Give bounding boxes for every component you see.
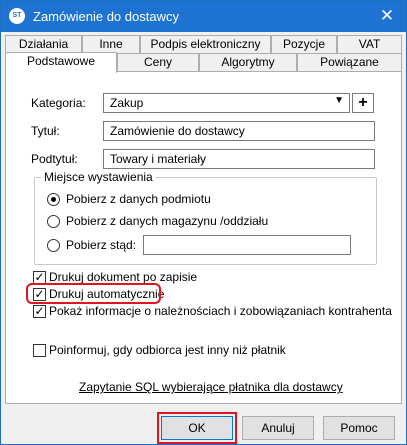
help-button[interactable]: Pomoc: [323, 416, 395, 440]
close-button[interactable]: ✕: [374, 4, 400, 28]
sql-payer-link[interactable]: Zapytanie SQL wybierające płatnika dla d…: [79, 380, 343, 394]
tab-inne[interactable]: Inne: [82, 35, 140, 53]
checkbox-label-pokaz-naleznosci[interactable]: Pokaż informacje o należnościach i zobow…: [49, 304, 392, 318]
miejsce-wystawienia-group: Miejsce wystawienia Pobierz z danych pod…: [34, 170, 377, 265]
tab-vat[interactable]: VAT: [337, 35, 402, 53]
tab-podpis-elektroniczny[interactable]: Podpis elektroniczny: [140, 35, 271, 53]
radio-label-magazynu[interactable]: Pobierz z danych magazynu /oddziału: [66, 214, 268, 228]
cancel-button[interactable]: Anuluj: [242, 416, 314, 440]
ok-button[interactable]: OK: [161, 416, 233, 440]
kategoria-select[interactable]: Zakup ▼: [103, 93, 350, 113]
checkbox-label-drukuj-po-zapisie[interactable]: Drukuj dokument po zapisie: [49, 270, 197, 284]
add-category-button[interactable]: +: [352, 93, 374, 113]
tytul-label: Tytuł:: [31, 124, 60, 138]
title-bar[interactable]: ST Zamówienie do dostawcy ✕: [1, 1, 406, 32]
app-icon: ST: [9, 8, 25, 24]
dialog-window: ST Zamówienie do dostawcy ✕ Działania In…: [0, 0, 407, 445]
chevron-down-icon: ▼: [334, 95, 344, 106]
checkbox-label-poinformuj-odbiorca[interactable]: Poinformuj, gdy odbiorca jest inny niż p…: [49, 343, 286, 357]
tab-panel-podstawowe: Kategoria: Zakup ▼ + Tytuł: Zamówienie d…: [5, 71, 402, 404]
checkbox-pokaz-naleznosci[interactable]: ✓: [33, 305, 46, 318]
radio-pobierz-z-podmiotu[interactable]: [47, 193, 60, 206]
pobierz-stad-input[interactable]: [143, 235, 351, 255]
group-title: Miejsce wystawienia: [41, 170, 156, 184]
checkbox-poinformuj-odbiorca[interactable]: [33, 344, 46, 357]
checkbox-label-drukuj-automatycznie[interactable]: Drukuj automatycznie: [49, 287, 164, 301]
tytul-input[interactable]: Zamówienie do dostawcy: [103, 121, 375, 141]
tab-algorytmy[interactable]: Algorytmy: [199, 53, 297, 71]
radio-pobierz-z-magazynu[interactable]: [47, 215, 60, 228]
kategoria-value: Zakup: [110, 96, 144, 110]
checkbox-drukuj-po-zapisie[interactable]: ✓: [33, 271, 46, 284]
podtytul-label: Podtytuł:: [31, 152, 78, 166]
checkbox-drukuj-automatycznie[interactable]: ✓: [33, 288, 46, 301]
kategoria-label: Kategoria:: [31, 96, 86, 110]
tab-ceny[interactable]: Ceny: [117, 53, 199, 71]
tab-dzialania[interactable]: Działania: [5, 35, 82, 53]
podtytul-input[interactable]: Towary i materiały: [103, 149, 375, 169]
radio-pobierz-stad[interactable]: [47, 239, 60, 252]
radio-label-stad[interactable]: Pobierz stąd:: [66, 238, 136, 252]
window-title: Zamówienie do dostawcy: [33, 9, 179, 24]
tab-pozycje[interactable]: Pozycje: [271, 35, 337, 53]
tab-powiazane[interactable]: Powiązane: [297, 53, 402, 71]
radio-label-podmiotu[interactable]: Pobierz z danych podmiotu: [66, 192, 211, 206]
tab-podstawowe[interactable]: Podstawowe: [5, 52, 117, 73]
